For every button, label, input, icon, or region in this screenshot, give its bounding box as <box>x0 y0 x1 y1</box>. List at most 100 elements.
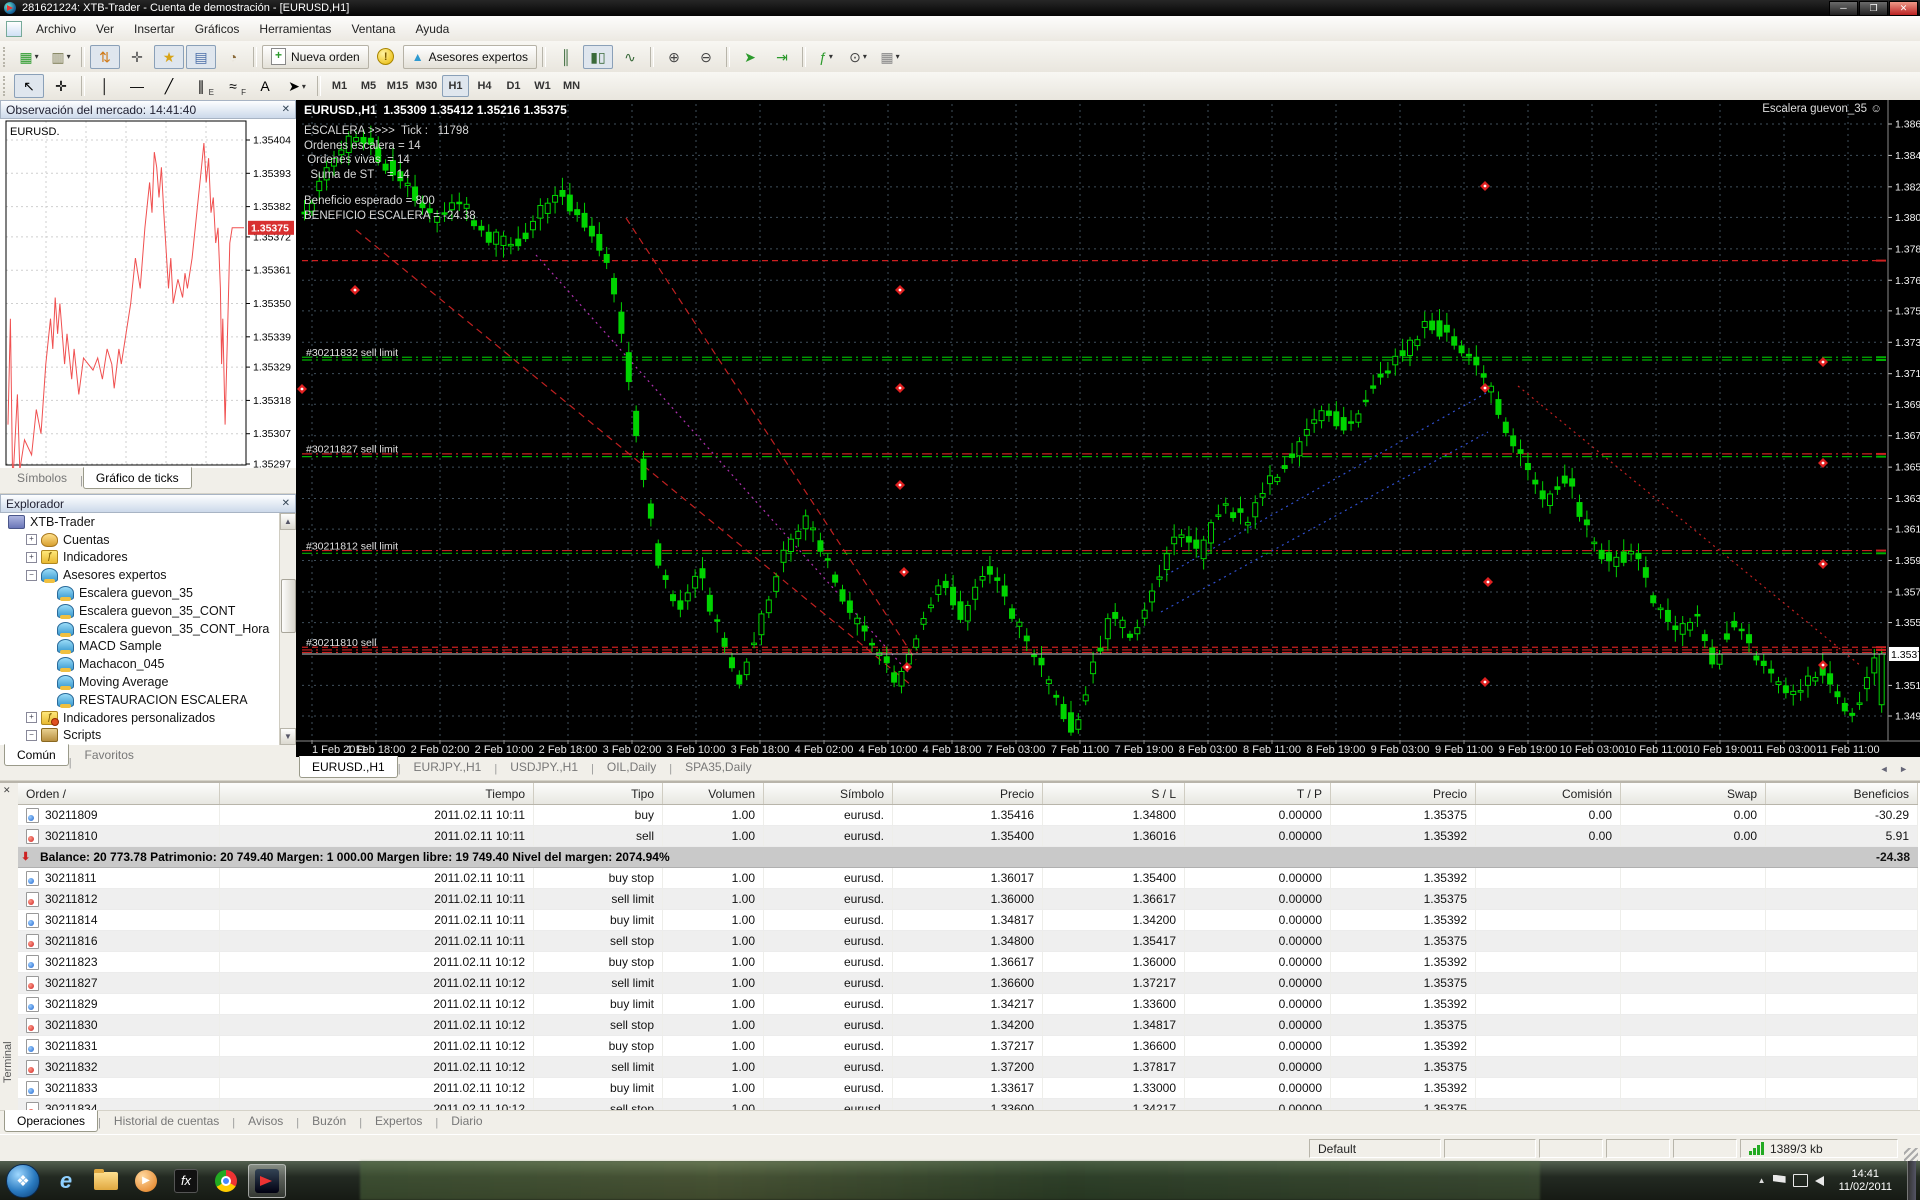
terminal-toggle-icon[interactable]: ▤ <box>186 44 216 69</box>
timeframe-mn[interactable]: MN <box>558 75 585 97</box>
vertical-line-tool-icon[interactable]: │ <box>90 74 120 98</box>
column-header-5[interactable]: Precio <box>893 783 1043 804</box>
tab-favoritos[interactable]: Favoritos <box>72 744 147 766</box>
column-header-3[interactable]: Volumen <box>663 783 764 804</box>
tree-item-machacon-045[interactable]: Machacon_045 <box>0 655 296 673</box>
bar-chart-icon[interactable]: ║ <box>551 45 581 69</box>
trendline-tool-icon[interactable]: ╱ <box>154 74 184 98</box>
tray-expand-icon[interactable]: ▲ <box>1758 1176 1766 1185</box>
tree-item-cuentas[interactable]: + Cuentas <box>0 531 296 549</box>
new-chart-icon[interactable]: ▦ ▾ <box>14 45 44 69</box>
cursor-tool-icon[interactable]: ↖ <box>14 74 44 98</box>
terminal-tab-avisos[interactable]: Avisos <box>235 1110 296 1132</box>
table-row[interactable]: 30211809 2011.02.11 10:11 buy 1.00 eurusd. 1.… <box>18 805 1918 826</box>
tree-item-restauracion-escalera[interactable]: RESTAURACION ESCALERA <box>0 691 296 709</box>
scroll-up-icon[interactable]: ▲ <box>280 513 296 530</box>
terminal-tab-expertos[interactable]: Expertos <box>362 1110 435 1132</box>
tree-item-escalera-guevon-35-cont-hora[interactable]: Escalera guevon_35_CONT_Hora <box>0 620 296 638</box>
candlestick-chart-icon[interactable]: ▮▯ <box>583 44 613 69</box>
tree-item-escalera-guevon-35-cont[interactable]: Escalera guevon_35_CONT <box>0 602 296 620</box>
table-row[interactable]: 30211830 2011.02.11 10:12 sell stop 1.00 eur… <box>18 1015 1918 1036</box>
chart-tab-usdjpy-h1[interactable]: USDJPY.,H1 <box>497 756 591 778</box>
fibonacci-tool-icon[interactable]: ≈ F <box>218 74 248 98</box>
table-row[interactable]: 30211811 2011.02.11 10:11 buy stop 1.00 euru… <box>18 868 1918 889</box>
chart-shift-icon[interactable]: ⇥ <box>767 45 797 69</box>
chart-tab-eurjpy-h1[interactable]: EURJPY.,H1 <box>401 756 495 778</box>
zoom-in-icon[interactable]: ⊕ <box>659 45 689 69</box>
table-row[interactable]: 30211829 2011.02.11 10:12 buy limit 1.00 eur… <box>18 994 1918 1015</box>
column-header-2[interactable]: Tipo <box>534 783 663 804</box>
menu-item-ventana[interactable]: Ventana <box>341 19 405 39</box>
market-watch-close-icon[interactable]: ✕ <box>277 104 295 115</box>
tree-expander-icon[interactable]: + <box>26 534 37 546</box>
market-watch-toggle-icon[interactable]: ⇅ <box>90 44 120 69</box>
scrollbar-thumb[interactable] <box>281 579 296 633</box>
show-desktop-button[interactable] <box>1907 1161 1916 1200</box>
timeframe-h4[interactable]: H4 <box>471 75 498 97</box>
table-row[interactable]: 30211814 2011.02.11 10:11 buy limit 1.00 eur… <box>18 910 1918 931</box>
tray-network-icon[interactable] <box>1792 1174 1808 1187</box>
navigator-close-icon[interactable]: ✕ <box>277 498 295 509</box>
close-button[interactable]: ✕ <box>1889 0 1918 16</box>
timeframe-w1[interactable]: W1 <box>529 75 556 97</box>
chart-tab-spa35-daily[interactable]: SPA35,Daily <box>672 756 764 778</box>
table-row[interactable]: 30211833 2011.02.11 10:12 buy limit 1.00 eur… <box>18 1078 1918 1099</box>
chart-tab-eurusd-h1[interactable]: EURUSD.,H1 <box>299 756 398 778</box>
table-row[interactable]: 30211827 2011.02.11 10:12 sell limit 1.00 eu… <box>18 973 1918 994</box>
tree-item-indicadores-personalizados[interactable]: + ƒ Indicadores personalizados <box>0 709 296 727</box>
table-row[interactable]: 30211823 2011.02.11 10:12 buy stop 1.00 euru… <box>18 952 1918 973</box>
column-header-4[interactable]: Símbolo <box>764 783 893 804</box>
column-header-7[interactable]: T / P <box>1185 783 1331 804</box>
navigator-scrollbar[interactable]: ▲ ▼ <box>279 513 296 745</box>
menu-item-insertar[interactable]: Insertar <box>124 19 185 39</box>
navigator-toggle-icon[interactable]: ★ <box>154 44 184 69</box>
price-chart[interactable]: 1 Feb 2011 1 Feb 18:00 2 Feb 02:00 2 Feb 10… <box>296 100 1920 757</box>
timeframe-m1[interactable]: M1 <box>326 75 353 97</box>
tree-item-escalera-guevon-35[interactable]: Escalera guevon_35 <box>0 584 296 602</box>
column-header-10[interactable]: Swap <box>1621 783 1766 804</box>
terminal-close-icon[interactable]: ✕ <box>3 785 11 796</box>
timeframe-m15[interactable]: M15 <box>384 75 411 97</box>
taskbar-chrome-icon[interactable] <box>208 1165 244 1197</box>
line-chart-icon[interactable]: ∿ <box>615 45 645 69</box>
taskbar-explorer-icon[interactable] <box>88 1165 124 1197</box>
data-window-icon[interactable]: ✛ <box>122 45 152 69</box>
terminal-tab-historial-de-cuentas[interactable]: Historial de cuentas <box>101 1110 232 1132</box>
zoom-out-icon[interactable]: ⊖ <box>691 45 721 69</box>
tree-item-moving-average[interactable]: Moving Average <box>0 673 296 691</box>
timeframe-m5[interactable]: M5 <box>355 75 382 97</box>
new-order-button[interactable]: + Nueva orden <box>262 44 369 69</box>
tree-item-scripts[interactable]: − Scripts <box>0 727 296 745</box>
timeframe-h1[interactable]: H1 <box>442 75 469 97</box>
balance-row[interactable]: ⬇ Balance: 20 773.78 Patrimonio: 20 749.4… <box>18 847 1918 868</box>
alert-icon[interactable]: ! <box>371 45 401 69</box>
terminal-tab-buz-n[interactable]: Buzón <box>299 1110 359 1132</box>
table-row[interactable]: 30211831 2011.02.11 10:12 buy stop 1.00 euru… <box>18 1036 1918 1057</box>
column-header-9[interactable]: Comisión <box>1476 783 1621 804</box>
table-row[interactable]: 30211832 2011.02.11 10:12 sell limit 1.00 eu… <box>18 1057 1918 1078</box>
tree-item-indicadores[interactable]: + ƒ Indicadores <box>0 549 296 567</box>
horizontal-line-tool-icon[interactable]: — <box>122 74 152 98</box>
menu-item-archivo[interactable]: Archivo <box>26 19 86 39</box>
restore-button[interactable]: ❐ <box>1859 0 1888 16</box>
tick-chart[interactable]: 1.354041.353931.353821.353721.353611.353… <box>0 119 296 486</box>
menu-item-grficos[interactable]: Gráficos <box>185 19 250 39</box>
column-header-0[interactable]: Orden / <box>18 783 220 804</box>
auto-scroll-icon[interactable]: ➤ <box>735 45 765 69</box>
strategy-tester-icon[interactable]: ◔ <box>218 45 248 69</box>
tree-expander-icon[interactable]: − <box>26 729 37 741</box>
terminal-tab-diario[interactable]: Diario <box>438 1110 495 1132</box>
taskbar-metaeditor-icon[interactable]: fx <box>168 1165 204 1197</box>
table-row[interactable]: 30211816 2011.02.11 10:11 sell stop 1.00 eur… <box>18 931 1918 952</box>
tick-chart-panel[interactable]: 1.35404 1.35393 1.35382 1.35372 1.35361 1.353… <box>0 119 296 486</box>
periods-icon[interactable]: ⊙ ▾ <box>843 45 873 69</box>
tab-gr-fico-de-ticks[interactable]: Gráfico de ticks <box>82 467 192 489</box>
column-header-11[interactable]: Beneficios <box>1766 783 1918 804</box>
scroll-down-icon[interactable]: ▼ <box>280 728 296 745</box>
chart-tab-scroll-icons[interactable]: ◄ ► <box>1880 764 1920 774</box>
crosshair-tool-icon[interactable]: ✛ <box>46 74 76 98</box>
minimize-button[interactable]: ─ <box>1829 0 1858 16</box>
indicators-list-icon[interactable]: ƒ ▾ <box>811 45 841 69</box>
column-header-8[interactable]: Precio <box>1331 783 1476 804</box>
timeframe-d1[interactable]: D1 <box>500 75 527 97</box>
